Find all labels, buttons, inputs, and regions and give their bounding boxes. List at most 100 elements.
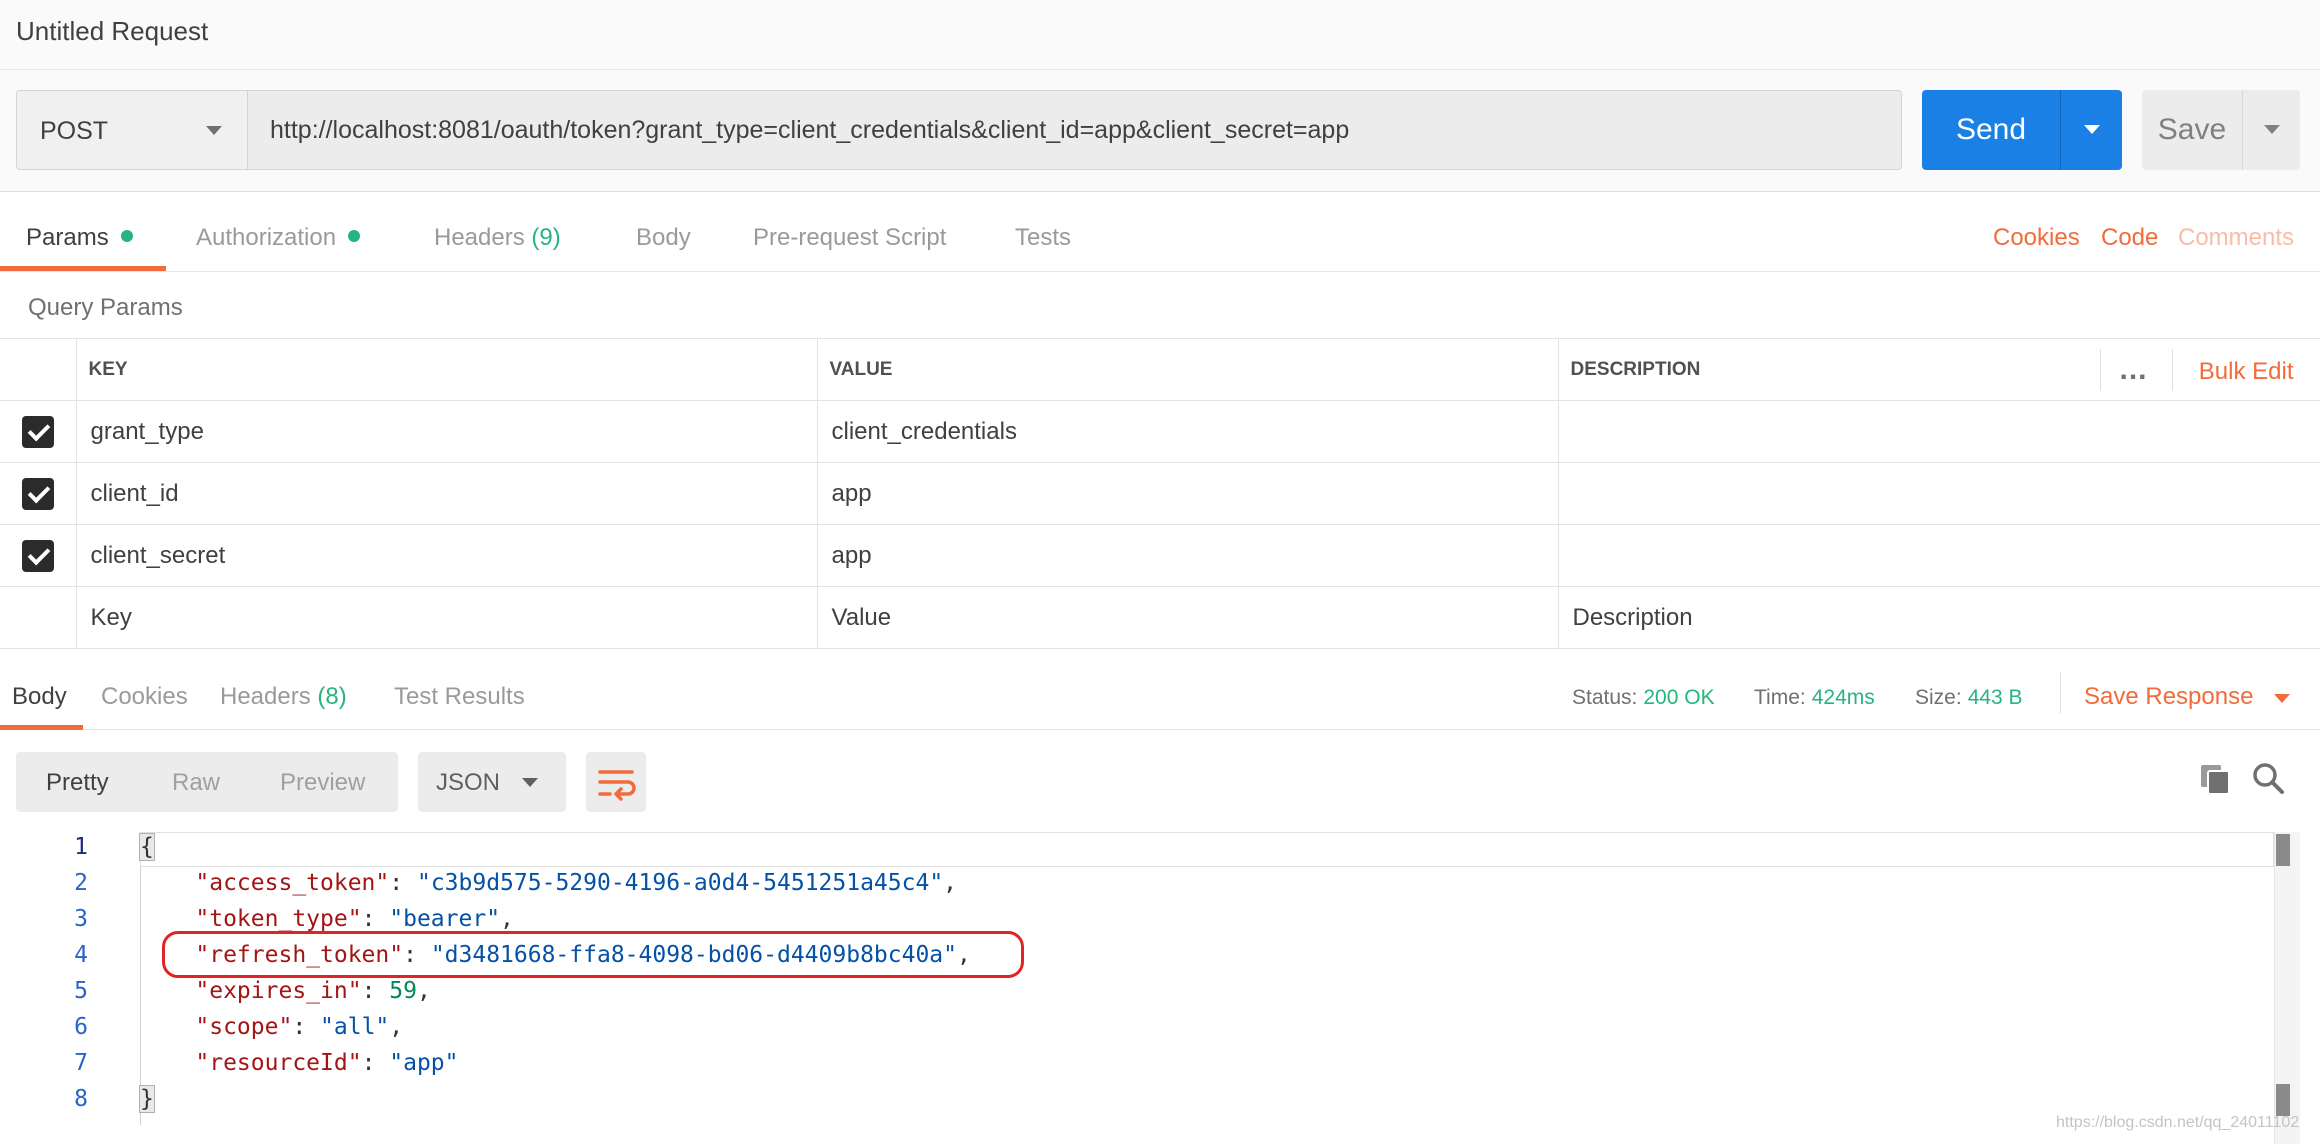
chevron-down-icon[interactable] bbox=[2274, 694, 2290, 703]
json-key: "access_token" bbox=[195, 870, 390, 896]
scrollbar-thumb[interactable] bbox=[2276, 1084, 2290, 1116]
code-line: "expires_in": 59, bbox=[195, 978, 431, 1004]
json-value: "bearer" bbox=[389, 906, 501, 932]
json-value: "app" bbox=[389, 1050, 459, 1076]
tab-response-headers[interactable]: Headers (8) bbox=[220, 683, 347, 711]
tab-response-headers-label: Headers bbox=[220, 683, 311, 710]
row-checkbox-cell bbox=[0, 400, 77, 463]
row-checkbox[interactable] bbox=[21, 415, 54, 448]
tab-headers[interactable]: Headers (9) bbox=[434, 224, 561, 252]
tab-authorization-label: Authorization bbox=[196, 224, 337, 251]
status-readout: Status: 200 OK bbox=[1572, 686, 1715, 710]
scrollbar-thumb[interactable] bbox=[2276, 834, 2290, 866]
save-response-button[interactable]: Save Response bbox=[2084, 683, 2253, 711]
request-title[interactable]: Untitled Request bbox=[16, 16, 208, 47]
line-number: 7 bbox=[74, 1050, 88, 1076]
line-number-gutter: 1 2 3 4 5 6 7 8 bbox=[0, 832, 140, 1144]
format-preview[interactable]: Preview bbox=[280, 769, 365, 797]
param-value-cell[interactable]: app bbox=[816, 462, 1559, 525]
line-number: 8 bbox=[74, 1086, 88, 1112]
status-label: Status: bbox=[1572, 686, 1638, 709]
url-bar: POST Send Save bbox=[0, 70, 2320, 192]
headers-count: (9) bbox=[531, 224, 561, 251]
tab-authorization[interactable]: Authorization bbox=[196, 224, 361, 252]
chevron-down-icon bbox=[522, 778, 538, 787]
response-body-editor[interactable]: 1 2 3 4 5 6 7 8 { "access_token": "c3b9d… bbox=[0, 832, 2320, 1144]
line-number: 4 bbox=[74, 942, 88, 968]
param-description-cell[interactable] bbox=[1557, 524, 2320, 587]
send-button[interactable]: Send bbox=[1922, 90, 2060, 170]
format-raw[interactable]: Raw bbox=[172, 769, 220, 797]
tab-headers-label: Headers bbox=[434, 224, 525, 251]
table-row: grant_type client_credentials bbox=[0, 400, 2320, 463]
row-checkbox[interactable] bbox=[21, 477, 54, 510]
more-options-icon[interactable]: ... bbox=[2120, 353, 2148, 387]
new-value-input[interactable]: Value bbox=[816, 586, 1559, 649]
cookies-link[interactable]: Cookies bbox=[1993, 224, 2080, 252]
code-line: { bbox=[139, 833, 155, 861]
line-number: 5 bbox=[74, 978, 88, 1004]
table-row: client_id app bbox=[0, 462, 2320, 525]
tab-test-results[interactable]: Test Results bbox=[394, 683, 525, 711]
format-pretty[interactable]: Pretty bbox=[46, 769, 109, 797]
json-value: "d3481668-ffa8-4098-bd06-d4409b8bc40a" bbox=[430, 942, 958, 968]
tab-body[interactable]: Body bbox=[636, 224, 691, 252]
title-bar: Untitled Request bbox=[0, 0, 2320, 70]
comments-link[interactable]: Comments bbox=[2178, 224, 2294, 252]
bulk-edit-link[interactable]: Bulk Edit bbox=[2199, 358, 2294, 386]
query-params-title: Query Params bbox=[28, 294, 183, 321]
code-line: } bbox=[139, 1085, 155, 1113]
search-icon[interactable] bbox=[2250, 760, 2286, 796]
time-readout: Time: 424ms bbox=[1754, 686, 1875, 710]
active-dot-icon bbox=[348, 230, 361, 242]
table-tools: ... Bulk Edit bbox=[2099, 339, 2320, 401]
table-row: client_secret app bbox=[0, 524, 2320, 587]
table-header-row: KEY VALUE DESCRIPTION ... Bulk Edit bbox=[0, 338, 2320, 401]
code-line: "scope": "all", bbox=[195, 1014, 404, 1040]
code-line: "access_token": "c3b9d575-5290-4196-a0d4… bbox=[195, 870, 958, 896]
row-checkbox-cell bbox=[0, 462, 77, 525]
json-key: "scope" bbox=[195, 1014, 293, 1040]
save-button[interactable]: Save bbox=[2142, 90, 2242, 170]
format-selector: Pretty Raw Preview bbox=[16, 752, 398, 812]
wrap-lines-button[interactable] bbox=[586, 752, 646, 812]
tab-params[interactable]: Params bbox=[26, 224, 133, 252]
tab-tests[interactable]: Tests bbox=[1015, 224, 1071, 252]
row-checkbox-cell bbox=[0, 586, 77, 649]
active-dot-icon bbox=[120, 230, 133, 242]
chevron-down-icon bbox=[206, 126, 222, 135]
new-description-input[interactable]: Description bbox=[1557, 586, 2320, 649]
url-input[interactable] bbox=[248, 90, 1902, 170]
tab-response-body[interactable]: Body bbox=[12, 683, 67, 711]
param-value-cell[interactable]: app bbox=[816, 524, 1559, 587]
param-key-cell[interactable]: client_secret bbox=[75, 524, 818, 587]
divider bbox=[2171, 349, 2173, 391]
copy-icon[interactable] bbox=[2198, 762, 2232, 796]
code-area: { "access_token": "c3b9d575-5290-4196-a0… bbox=[139, 832, 2274, 1144]
tab-params-label: Params bbox=[26, 224, 109, 251]
param-key-cell[interactable]: grant_type bbox=[75, 400, 818, 463]
method-select[interactable]: POST bbox=[16, 90, 248, 170]
language-select[interactable]: JSON bbox=[418, 752, 566, 812]
tab-response-cookies[interactable]: Cookies bbox=[101, 683, 188, 711]
size-label: Size: bbox=[1915, 686, 1962, 709]
time-value: 424ms bbox=[1811, 686, 1875, 709]
param-key-cell[interactable]: client_id bbox=[75, 462, 818, 525]
json-value: "all" bbox=[320, 1014, 390, 1040]
size-readout: Size: 443 B bbox=[1915, 686, 2023, 710]
active-tab-indicator bbox=[0, 725, 83, 730]
param-description-cell[interactable] bbox=[1557, 462, 2320, 525]
new-key-input[interactable]: Key bbox=[75, 586, 818, 649]
watermark: https://blog.csdn.net/qq_24011102 bbox=[2056, 1114, 2300, 1131]
send-options-button[interactable] bbox=[2060, 90, 2122, 170]
param-description-cell[interactable] bbox=[1557, 400, 2320, 463]
code-link[interactable]: Code bbox=[2101, 224, 2158, 252]
param-value-cell[interactable]: client_credentials bbox=[816, 400, 1559, 463]
divider bbox=[2099, 349, 2101, 391]
row-checkbox[interactable] bbox=[21, 539, 54, 572]
code-line: "refresh_token": "d3481668-ffa8-4098-bd0… bbox=[195, 942, 971, 968]
save-options-button[interactable] bbox=[2242, 90, 2300, 170]
json-brace: } bbox=[139, 1085, 155, 1113]
tab-prerequest-script[interactable]: Pre-request Script bbox=[753, 224, 946, 252]
json-key: "refresh_token" bbox=[195, 942, 404, 968]
